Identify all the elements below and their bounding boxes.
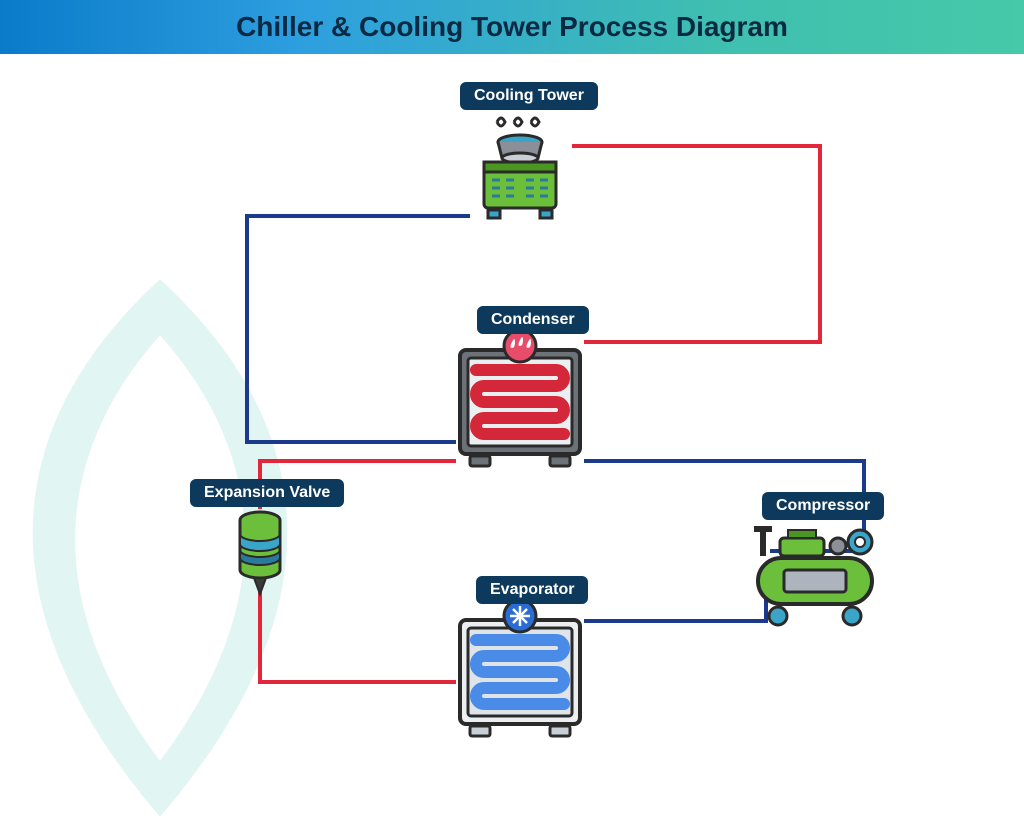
label-evaporator: Evaporator bbox=[476, 576, 588, 604]
pipe-cw-return-top bbox=[245, 214, 470, 218]
cooling-tower-icon bbox=[462, 114, 578, 235]
evaporator-icon bbox=[452, 602, 588, 747]
label-compressor: Compressor bbox=[762, 492, 884, 520]
label-condenser: Condenser bbox=[477, 306, 589, 334]
pipe-refrig-evap-to-comp-h bbox=[584, 619, 768, 623]
header-bar: Chiller & Cooling Tower Process Diagram bbox=[0, 0, 1024, 54]
label-expansion-valve: Expansion Valve bbox=[190, 479, 344, 507]
compressor-icon bbox=[748, 520, 886, 635]
pipe-cw-supply-vert bbox=[818, 144, 822, 344]
pipe-cw-supply-top bbox=[572, 144, 822, 148]
pipe-cw-return-bottom bbox=[245, 440, 456, 444]
expansion-valve-icon bbox=[234, 506, 286, 607]
pipe-refrig-comp-to-cond-h1 bbox=[584, 459, 866, 463]
diagram-canvas: Cooling Tower Condenser bbox=[0, 54, 1024, 768]
condenser-icon bbox=[452, 332, 588, 477]
page-title: Chiller & Cooling Tower Process Diagram bbox=[236, 11, 788, 43]
pipe-cw-return-vert bbox=[245, 214, 249, 444]
pipe-refrig-cond-to-ev-h bbox=[258, 459, 456, 463]
pipe-refrig-ev-to-evap-h bbox=[258, 680, 456, 684]
pipe-cw-supply-bottom bbox=[584, 340, 822, 344]
label-cooling-tower: Cooling Tower bbox=[460, 82, 598, 110]
